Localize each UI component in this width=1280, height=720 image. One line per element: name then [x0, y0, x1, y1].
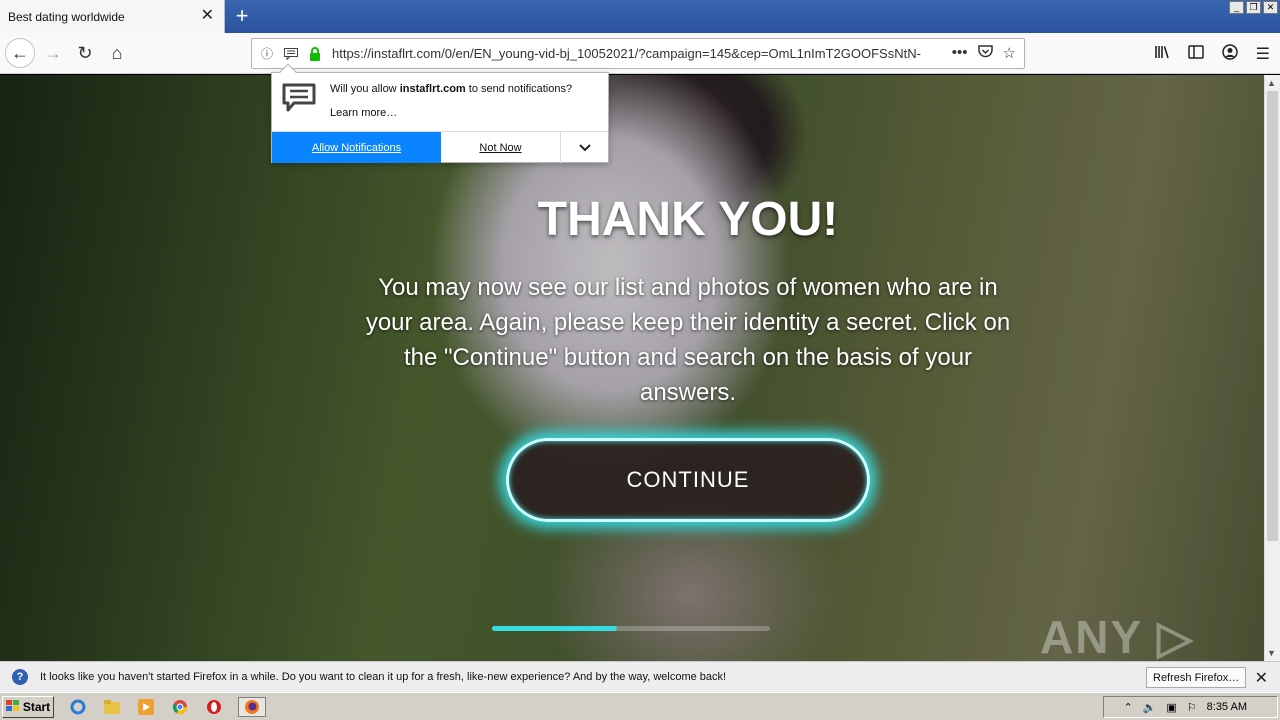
popup-question-suffix: to send notifications? — [465, 83, 573, 95]
url-text[interactable]: https://instaflrt.com/0/en/EN_young-vid-… — [332, 46, 922, 61]
home-button[interactable]: ⌂ — [102, 38, 132, 68]
watermark-logo: ANY ▷ RUN — [1040, 611, 1195, 661]
learn-more-link[interactable]: Learn more… — [330, 107, 397, 119]
library-icon[interactable] — [1154, 44, 1170, 65]
firefox-icon[interactable] — [238, 697, 266, 717]
info-icon[interactable]: ⓘ — [258, 45, 276, 63]
flag-icon[interactable]: ⚐ — [1187, 701, 1197, 714]
account-icon[interactable] — [1221, 44, 1238, 65]
popup-domain: instaflrt.com — [399, 83, 466, 95]
scroll-thumb[interactable] — [1267, 91, 1278, 541]
new-tab-button[interactable]: + — [228, 2, 256, 30]
quick-launch — [68, 697, 266, 717]
not-now-button[interactable]: Not Now — [441, 132, 561, 163]
page-content: THANK YOU! You may now see our list and … — [0, 75, 1264, 661]
system-tray: ⌃ 🔈 ▣ ⚐ 8:35 AM — [1103, 696, 1278, 718]
clock[interactable]: 8:35 AM — [1207, 701, 1247, 713]
notification-permission-popup: Will you allow instaflrt.com to send not… — [271, 63, 609, 163]
progress-bar — [492, 626, 770, 631]
windows-logo-icon — [5, 699, 20, 715]
scroll-up-icon[interactable]: ▲ — [1267, 78, 1276, 88]
vertical-scrollbar[interactable]: ▲ ▼ — [1264, 75, 1280, 661]
notification-permission-icon[interactable] — [282, 45, 300, 63]
tab-title: Best dating worldwide — [8, 9, 125, 24]
tray-expand-icon[interactable]: ⌃ — [1123, 701, 1132, 714]
tab-close-icon[interactable]: ✕ — [201, 8, 214, 24]
network-icon[interactable]: ▣ — [1166, 701, 1176, 714]
start-label: Start — [22, 700, 51, 714]
internet-explorer-icon[interactable] — [68, 697, 88, 717]
chevron-down-icon[interactable] — [561, 132, 608, 163]
scroll-down-icon[interactable]: ▼ — [1267, 648, 1276, 658]
notification-bar: ? It looks like you haven't started Fire… — [0, 661, 1280, 692]
notification-close-icon[interactable]: ✕ — [1255, 668, 1268, 688]
volume-icon[interactable]: 🔈 — [1143, 701, 1157, 714]
tab-active[interactable]: Best dating worldwide ✕ — [0, 0, 225, 33]
menu-icon[interactable]: ☰ — [1256, 44, 1270, 65]
popup-question: Will you allow instaflrt.com to send not… — [330, 83, 572, 95]
notification-text: It looks like you haven't started Firefo… — [40, 671, 727, 683]
message-icon — [282, 83, 316, 112]
window-close-button[interactable]: ✕ — [1263, 1, 1278, 14]
sidebar-icon[interactable] — [1187, 44, 1204, 65]
folder-icon[interactable] — [102, 697, 122, 717]
reload-button[interactable]: ↻ — [70, 38, 100, 68]
page-message: You may now see our list and photos of w… — [365, 274, 1011, 406]
chrome-icon[interactable] — [170, 697, 190, 717]
taskbar: Start ⌃ 🔈 ▣ ⚐ 8:35 AM — [0, 692, 1280, 720]
popup-buttons: Allow Notifications Not Now — [272, 131, 608, 163]
refresh-firefox-button[interactable]: Refresh Firefox… — [1146, 667, 1247, 688]
popup-question-prefix: Will you allow — [330, 83, 400, 95]
lock-icon — [306, 45, 324, 63]
pocket-icon[interactable] — [977, 44, 993, 63]
tab-strip: Best dating worldwide ✕ + _ ❐ ✕ — [0, 0, 1280, 33]
page-actions-icon[interactable]: ••• — [952, 44, 968, 63]
media-player-icon[interactable] — [136, 697, 156, 717]
window-controls: _ ❐ ✕ — [1229, 1, 1278, 14]
forward-button[interactable]: → — [38, 38, 68, 68]
opera-icon[interactable] — [204, 697, 224, 717]
question-icon: ? — [12, 669, 28, 685]
continue-button[interactable]: CONTINUE — [506, 438, 870, 522]
allow-notifications-button[interactable]: Allow Notifications — [272, 132, 441, 163]
navigation-toolbar: ← → ↻ ⌂ ⓘ https://instaflrt.com/0/en/EN_… — [0, 33, 1280, 74]
start-button[interactable]: Start — [2, 696, 54, 718]
back-button[interactable]: ← — [5, 38, 35, 68]
restore-button[interactable]: ❐ — [1246, 1, 1261, 14]
minimize-button[interactable]: _ — [1229, 1, 1244, 14]
bookmark-star-icon[interactable]: ☆ — [1003, 44, 1016, 63]
page-title: THANK YOU! — [537, 193, 839, 246]
url-bar[interactable]: ⓘ https://instaflrt.com/0/en/EN_young-vi… — [251, 38, 1025, 69]
progress-fill — [492, 626, 618, 631]
